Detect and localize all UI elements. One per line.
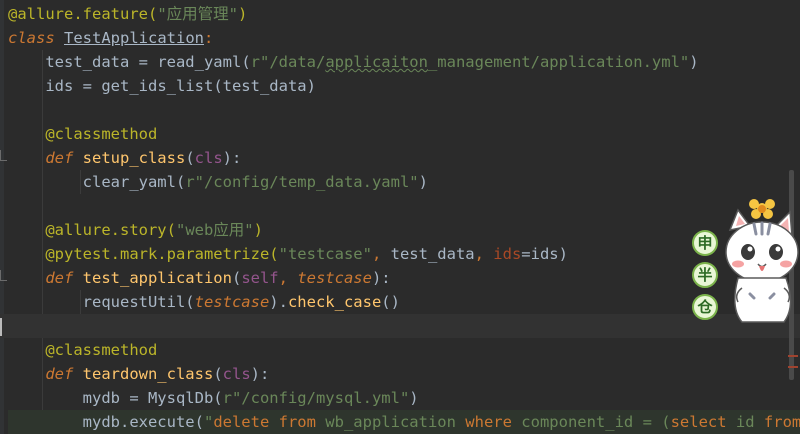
code-token: def <box>8 149 83 167</box>
code-line[interactable]: def teardown_class(cls): <box>8 362 800 386</box>
error-stripe-marker[interactable] <box>788 366 798 368</box>
code-token: =ids) <box>521 245 568 263</box>
code-token: def <box>8 365 83 383</box>
code-token: "应用管理" <box>157 5 238 23</box>
code-token: cls <box>194 149 223 167</box>
code-token: @allure.feature( <box>8 5 158 23</box>
code-token: ) <box>418 173 428 191</box>
code-token: delete from <box>213 413 326 431</box>
code-token: ( <box>241 53 251 71</box>
code-token: clear_yaml( <box>8 173 186 191</box>
code-token: class <box>8 29 64 47</box>
fold-marker[interactable] <box>0 270 7 281</box>
code-token: id <box>735 413 764 431</box>
code-token: r"/data/ <box>250 53 326 71</box>
code-line[interactable]: def setup_class(cls): <box>8 146 800 170</box>
code-line[interactable]: class TestApplication: <box>8 26 800 50</box>
code-token: ( <box>185 149 195 167</box>
code-token: mydb.execute( <box>8 413 204 431</box>
code-token: r"/config/temp_data.yaml" <box>185 173 419 191</box>
code-token: testcase <box>194 293 270 311</box>
code-line[interactable]: mydb.execute("delete from wb_application… <box>8 410 800 434</box>
editor-gutter <box>0 0 4 434</box>
code-token: testcase <box>297 269 372 287</box>
code-token: _management/application.yml" <box>427 53 690 71</box>
code-token: "web应用" <box>175 221 254 239</box>
code-token: setup_class <box>82 149 186 167</box>
code-token: , <box>474 245 494 263</box>
code-token: def <box>8 269 83 287</box>
code-token: test_data = <box>8 53 158 71</box>
code-token: cls <box>222 365 251 383</box>
mascot-badge: 申 <box>692 230 718 256</box>
code-token: , <box>371 245 391 263</box>
code-token: r"/config/mysql.yml" <box>222 389 410 407</box>
code-line[interactable]: @classmethod <box>8 338 800 362</box>
code-token: applicaiton <box>325 53 428 71</box>
code-token: ) <box>689 53 699 71</box>
code-token: " <box>203 413 214 431</box>
mascot-badge: 半 <box>692 262 718 288</box>
code-token: ) <box>253 221 263 239</box>
mascot-badge: 仓 <box>692 294 718 320</box>
code-token: ( <box>213 365 223 383</box>
fold-marker[interactable] <box>0 150 7 161</box>
code-token: ids = <box>8 77 102 95</box>
code-token: @pytest.mark.parametrize( <box>8 245 279 263</box>
code-token: , <box>278 269 298 287</box>
code-token: () <box>381 293 400 311</box>
code-token: ): <box>250 365 270 383</box>
code-token: ). <box>269 293 288 311</box>
code-token: ids <box>493 245 522 263</box>
code-line[interactable]: @allure.feature("应用管理") <box>8 2 800 26</box>
code-token: TestApplication <box>64 29 204 47</box>
code-token: @classmethod <box>8 125 158 143</box>
code-token: component_id = ( <box>521 413 671 431</box>
text-caret <box>0 317 2 336</box>
flower-icon <box>749 199 775 219</box>
code-token: where <box>465 413 522 431</box>
code-token: (test_data) <box>213 77 316 95</box>
code-token: ): <box>222 149 242 167</box>
code-token: test_application <box>82 269 232 287</box>
code-line[interactable]: @classmethod <box>8 122 800 146</box>
code-token: self <box>241 269 279 287</box>
code-token: @allure.story( <box>8 221 176 239</box>
code-token: : <box>203 29 214 47</box>
code-line[interactable]: test_data = read_yaml(r"/data/applicaito… <box>8 50 800 74</box>
code-line[interactable]: mydb = MysqlDb(r"/config/mysql.yml") <box>8 386 800 410</box>
code-token: ): <box>371 269 391 287</box>
code-token: read_yaml <box>157 53 242 71</box>
code-token: teardown_class <box>82 365 214 383</box>
code-line[interactable] <box>8 98 800 122</box>
code-token: @classmethod <box>8 341 158 359</box>
code-token: test_data <box>390 245 475 263</box>
code-token: ( <box>231 269 242 287</box>
code-line[interactable]: ids = get_ids_list(test_data) <box>8 74 800 98</box>
code-token: select <box>670 413 736 431</box>
code-editor[interactable]: @allure.feature("应用管理") class TestApplica… <box>0 0 800 434</box>
code-token: ) <box>237 5 248 23</box>
code-token: ) <box>409 389 419 407</box>
code-token: mydb = MysqlDb( <box>8 389 223 407</box>
code-token: wb_application <box>325 413 466 431</box>
error-stripe-marker[interactable] <box>788 355 798 357</box>
code-token: check_case <box>287 293 382 311</box>
code-token: requestUtil( <box>8 293 195 311</box>
code-token: from <box>763 413 800 431</box>
code-token: "testcase" <box>278 245 372 263</box>
code-token: get_ids_list <box>101 77 214 95</box>
